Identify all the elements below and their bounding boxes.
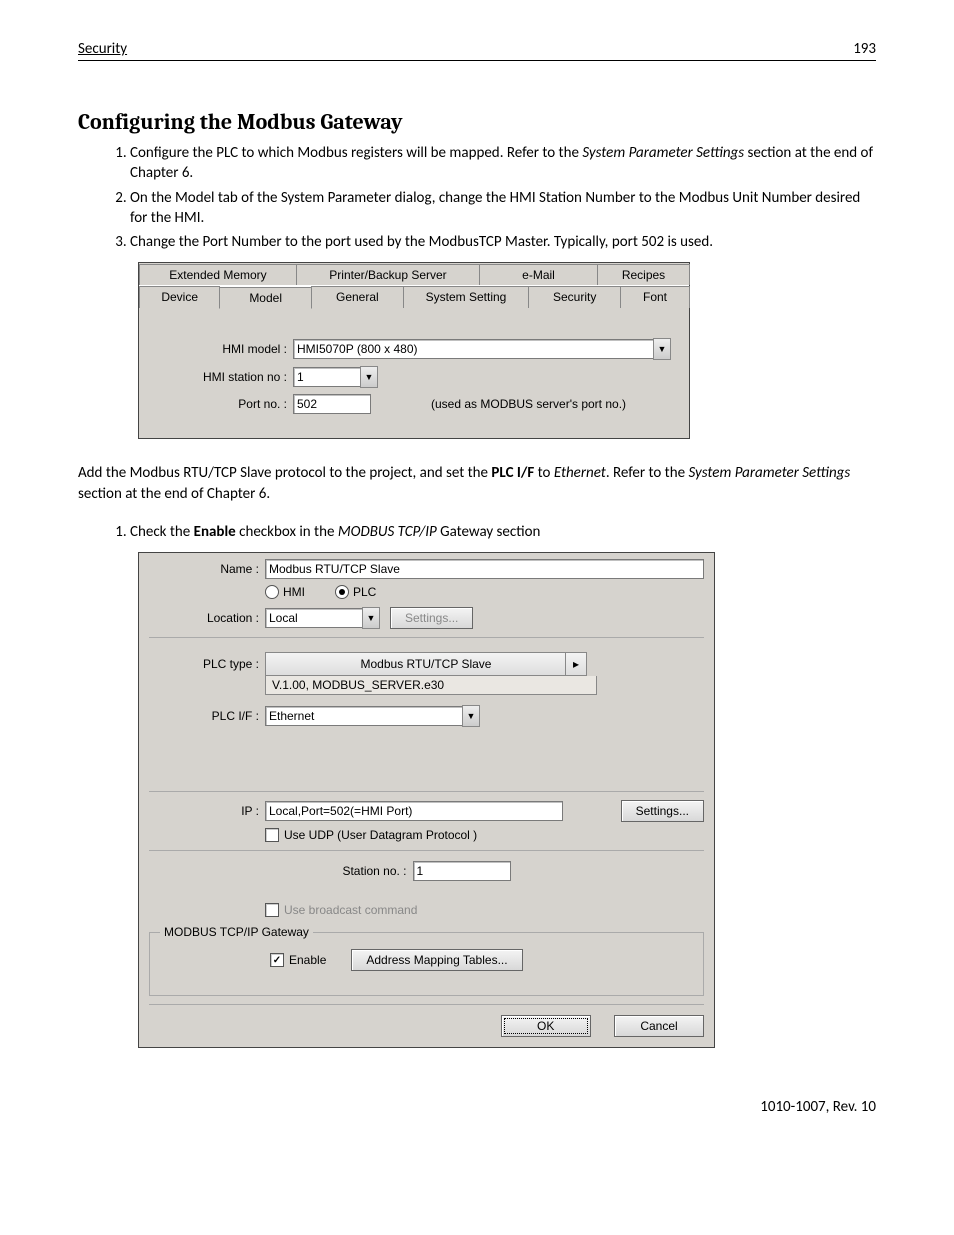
plc-type-arrow-icon[interactable]: ▸ (565, 653, 586, 675)
station-label: Station no. : (342, 864, 406, 878)
section-title: Configuring the Modbus Gateway (78, 109, 876, 135)
tab-font[interactable]: Font (620, 286, 690, 308)
step-b1: Check the Enable checkbox in the MODBUS … (130, 522, 876, 542)
page-header: Security 193 (78, 40, 876, 61)
tab-email[interactable]: e-Mail (479, 264, 598, 285)
name-field[interactable]: Modbus RTU/TCP Slave (265, 559, 704, 579)
tab-general[interactable]: General (311, 286, 404, 308)
station-field[interactable]: 1 (413, 861, 511, 881)
name-label: Name : (149, 562, 265, 576)
ok-button[interactable]: OK (501, 1015, 591, 1037)
port-label: Port no. : (157, 397, 293, 411)
gateway-group: MODBUS TCP/IP Gateway Enable Address Map… (149, 925, 704, 996)
cancel-button[interactable]: Cancel (614, 1015, 704, 1037)
location-settings-button[interactable]: Settings... (390, 607, 473, 629)
step-2: On the Model tab of the System Parameter… (130, 188, 876, 229)
plc-version-text: V.1.00, MODBUS_SERVER.e30 (265, 676, 597, 695)
plc-type-label: PLC type : (149, 657, 265, 671)
enable-checkbox[interactable]: Enable (270, 953, 326, 967)
hmi-station-label: HMI station no : (157, 370, 293, 384)
udp-checkbox[interactable]: Use UDP (User Datagram Protocol ) (265, 828, 477, 842)
figure-model-tab: Extended Memory Printer/Backup Server e-… (138, 262, 690, 439)
step-1: Configure the PLC to which Modbus regist… (130, 143, 876, 184)
location-dropdown-icon[interactable]: ▼ (362, 607, 380, 629)
hmi-model-dropdown-icon[interactable]: ▼ (653, 338, 671, 360)
tab-device[interactable]: Device (139, 286, 220, 308)
paragraph-add-protocol: Add the Modbus RTU/TCP Slave protocol to… (78, 463, 876, 504)
steps-list-1: Configure the PLC to which Modbus regist… (100, 143, 876, 252)
plc-if-label: PLC I/F : (149, 709, 265, 723)
plc-type-button[interactable]: Modbus RTU/TCP Slave ▸ (265, 652, 587, 676)
tab-security[interactable]: Security (528, 286, 621, 308)
ip-field[interactable]: Local,Port=502(=HMI Port) (265, 801, 563, 821)
figure-device-settings: Name : Modbus RTU/TCP Slave HMI PLC Loca… (138, 552, 715, 1048)
radio-hmi[interactable]: HMI (265, 585, 305, 599)
port-field[interactable]: 502 (293, 394, 371, 414)
hmi-model-field[interactable]: HMI5070P (800 x 480) (293, 339, 654, 359)
steps-list-2: Check the Enable checkbox in the MODBUS … (100, 522, 876, 542)
ip-label: IP : (149, 804, 265, 818)
hmi-model-label: HMI model : (157, 342, 293, 356)
header-page-number: 193 (853, 40, 876, 58)
ip-settings-button[interactable]: Settings... (621, 800, 704, 822)
location-field[interactable]: Local (265, 608, 363, 628)
header-section: Security (78, 40, 127, 58)
tab-extended-memory[interactable]: Extended Memory (139, 264, 297, 285)
tab-system-setting[interactable]: System Setting (403, 286, 530, 308)
broadcast-checkbox[interactable]: Use broadcast command (265, 903, 417, 917)
location-label: Location : (149, 611, 265, 625)
plc-if-field[interactable]: Ethernet (265, 706, 463, 726)
gateway-legend: MODBUS TCP/IP Gateway (160, 925, 313, 939)
radio-plc[interactable]: PLC (335, 585, 376, 599)
tab-model[interactable]: Model (219, 287, 312, 309)
footer-rev: 1010-1007, Rev. 10 (78, 1098, 876, 1116)
mapping-tables-button[interactable]: Address Mapping Tables... (351, 949, 522, 971)
tab-printer-backup[interactable]: Printer/Backup Server (296, 264, 480, 285)
step-3: Change the Port Number to the port used … (130, 232, 876, 252)
hmi-station-field[interactable]: 1 (293, 367, 361, 387)
port-note: (used as MODBUS server's port no.) (431, 397, 626, 411)
hmi-station-dropdown-icon[interactable]: ▼ (360, 366, 378, 388)
plc-if-dropdown-icon[interactable]: ▼ (462, 705, 480, 727)
tab-recipes[interactable]: Recipes (597, 264, 690, 285)
